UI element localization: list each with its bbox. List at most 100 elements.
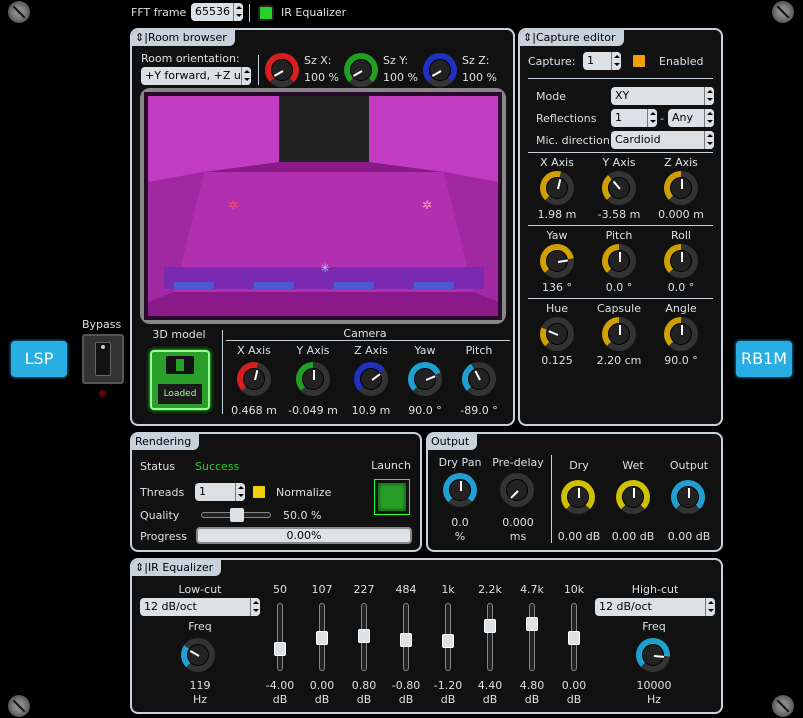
reflections-max-select[interactable]: Any <box>668 109 714 127</box>
quality-slider[interactable] <box>201 508 271 522</box>
reflections-min-select[interactable]: 1 <box>611 109 657 127</box>
ir-equalizer-label: IR Equalizer <box>281 6 347 19</box>
low-freq-value: 119 <box>189 679 211 692</box>
capture-row1-2-knob[interactable] <box>664 171 698 205</box>
high-freq-value: 10000 <box>636 679 672 692</box>
dry-value: 0.00 dB <box>557 530 601 543</box>
eq-band-2-thumb[interactable] <box>358 629 370 643</box>
dropdown-icon <box>241 67 251 85</box>
high-cut-select[interactable]: 12 dB/oct <box>595 598 715 616</box>
eq-band-2-fader[interactable] <box>358 603 370 671</box>
dry-pan-value: 0.0 <box>451 516 469 529</box>
size-x-knob[interactable] <box>265 53 299 87</box>
eq-band-5-fader[interactable] <box>484 603 496 671</box>
bypass-switch[interactable] <box>82 334 124 384</box>
eq-band-6-fader[interactable] <box>526 603 538 671</box>
rb1m-button[interactable]: RB1M <box>736 341 792 377</box>
pre-delay-knob[interactable] <box>500 473 534 507</box>
capture-row2-2-knob[interactable] <box>664 244 698 278</box>
ir-equalizer-toggle[interactable] <box>258 5 274 21</box>
camera-1-value: -0.049 m <box>288 404 338 417</box>
eq-band-3-thumb[interactable] <box>400 633 412 647</box>
knob-cap <box>608 323 630 345</box>
capture-row3-2-knob[interactable] <box>664 317 698 351</box>
eq-band-5-thumb[interactable] <box>484 619 496 633</box>
eq-band-4-value: -1.20 <box>433 679 463 692</box>
dry-knob[interactable] <box>561 480 595 514</box>
low-freq-label: Freq <box>188 620 212 633</box>
eq-band-7-thumb[interactable] <box>568 631 580 645</box>
camera-1-knob[interactable] <box>296 362 330 396</box>
camera-3-knob[interactable] <box>408 362 442 396</box>
capture-row2-0-label: Yaw <box>546 229 568 242</box>
capture-row1-0-knob[interactable] <box>540 171 574 205</box>
capture-row3-1-knob[interactable] <box>602 317 636 351</box>
eq-band-7-unit: dB <box>566 693 582 706</box>
pre-delay-label: Pre-delay <box>492 456 544 469</box>
size-y-label: Sz Y: <box>383 54 409 67</box>
eq-band-4-fader[interactable] <box>442 603 454 671</box>
room-3d-viewport[interactable]: ✲ ✲ ✳ <box>140 88 506 324</box>
size-x-label: Sz X: <box>304 54 332 67</box>
threads-select[interactable]: 1 <box>195 483 245 501</box>
fft-frame-select[interactable]: 65536 <box>191 3 243 21</box>
size-y-knob[interactable] <box>344 53 378 87</box>
dry-pan-knob[interactable] <box>443 473 477 507</box>
capture-row2-1-knob[interactable] <box>602 244 636 278</box>
launch-label: Launch <box>371 459 411 472</box>
svg-text:✳: ✳ <box>320 261 330 275</box>
knob-pointer <box>548 330 559 336</box>
eq-band-2-label: 227 <box>353 583 375 596</box>
eq-band-1-thumb[interactable] <box>316 631 328 645</box>
load-model-button[interactable]: Loaded <box>150 350 210 410</box>
threads-label: Threads <box>140 486 185 499</box>
size-z-knob[interactable] <box>423 53 457 87</box>
low-freq-knob[interactable] <box>181 638 215 672</box>
enabled-toggle[interactable] <box>631 53 647 69</box>
camera-0-knob[interactable] <box>237 362 271 396</box>
capture-row2-1-value: 0.0 ° <box>605 281 633 294</box>
capture-select[interactable]: 1 <box>583 52 621 70</box>
output-gain-knob[interactable] <box>671 480 705 514</box>
size-z-label: Sz Z: <box>462 54 490 67</box>
knob-pointer <box>681 252 683 262</box>
eq-band-0-thumb[interactable] <box>274 642 286 656</box>
camera-4-knob[interactable] <box>462 362 496 396</box>
knob-cap <box>670 250 692 272</box>
ir-equalizer-title: ⇕|IR Equalizer <box>132 560 222 576</box>
camera-4-value: -89.0 ° <box>460 404 498 417</box>
camera-4-label: Pitch <box>465 344 493 357</box>
low-freq-unit: Hz <box>192 693 208 706</box>
high-freq-knob[interactable] <box>636 638 670 672</box>
eq-band-0-fader[interactable] <box>274 603 286 671</box>
eq-band-7-fader[interactable] <box>568 603 580 671</box>
mode-select[interactable]: XY <box>611 87 714 105</box>
low-cut-select[interactable]: 12 dB/oct <box>140 598 260 616</box>
capture-row1-1-knob[interactable] <box>602 171 636 205</box>
eq-band-6-value: 4.80 <box>519 679 545 692</box>
eq-band-4-thumb[interactable] <box>442 634 454 648</box>
capture-row2-0-knob[interactable] <box>540 244 574 278</box>
camera-2-knob[interactable] <box>354 362 388 396</box>
knob-pointer <box>619 325 621 335</box>
high-cut-value: 12 dB/oct <box>599 600 652 613</box>
normalize-toggle[interactable] <box>251 484 267 500</box>
eq-band-0-label: 50 <box>273 583 287 596</box>
eq-band-1-value: 0.00 <box>309 679 335 692</box>
progress-label: Progress <box>140 530 187 543</box>
eq-band-5-value: 4.40 <box>477 679 503 692</box>
progress-bar: 0.00% <box>196 527 412 544</box>
quality-slider-thumb[interactable] <box>230 508 244 522</box>
launch-button[interactable] <box>374 479 410 515</box>
capture-row3-0-knob[interactable] <box>540 317 574 351</box>
eq-band-1-fader[interactable] <box>316 603 328 671</box>
room-orientation-select[interactable]: +Y forward, +Z up <box>141 67 251 85</box>
wet-knob[interactable] <box>616 480 650 514</box>
mic-direction-select[interactable]: Cardioid <box>611 131 714 149</box>
room-3d-render: ✲ ✲ ✳ <box>144 92 502 320</box>
pre-delay-value: 0.000 <box>502 516 534 529</box>
eq-band-6-thumb[interactable] <box>526 617 538 631</box>
dropdown-icon <box>704 131 714 149</box>
eq-band-3-fader[interactable] <box>400 603 412 671</box>
lsp-button[interactable]: LSP <box>11 341 67 377</box>
